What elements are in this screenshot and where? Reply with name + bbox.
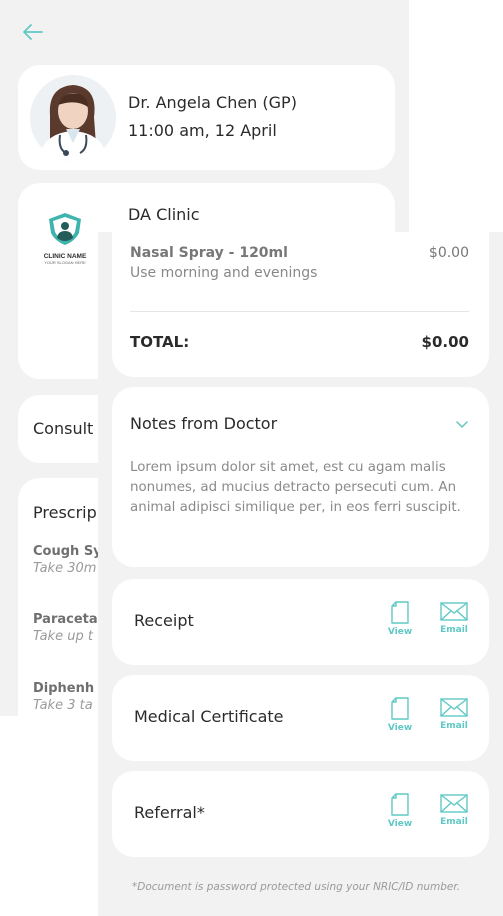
prescription-item: Cough Sy Take 30m (33, 544, 102, 576)
prescription-item-dosage: Take 30m (33, 561, 97, 576)
order-item-price: $0.00 (428, 245, 469, 261)
document-row-receipt: Receipt View Email (112, 579, 489, 665)
total-label: TOTAL: (130, 333, 190, 351)
document-row-medical-certificate: Medical Certificate View Email (112, 675, 489, 761)
prescription-title: Prescrip (33, 503, 97, 522)
clinic-name: DA Clinic (128, 205, 200, 224)
email-label: Email (440, 817, 468, 827)
doctor-card[interactable]: Dr. Angela Chen (GP) 11:00 am, 12 April (18, 65, 395, 170)
order-summary-card: Nasal Spray - 120ml Use morning and even… (112, 232, 489, 377)
arrow-left-icon[interactable] (20, 20, 46, 44)
email-label: Email (440, 625, 468, 635)
email-label: Email (440, 721, 468, 731)
envelope-icon (440, 698, 468, 717)
doctor-name: Dr. Angela Chen (GP) (128, 93, 297, 112)
clinic-logo-text: CLINIC NAME (43, 253, 87, 260)
password-footnote: *Document is password protected using yo… (132, 881, 461, 893)
chevron-down-icon[interactable] (455, 416, 469, 430)
total-value: $0.00 (421, 333, 469, 351)
email-receipt-button[interactable]: Email (434, 601, 474, 635)
doctor-notes-card[interactable]: Notes from Doctor Lorem ipsum dolor sit … (112, 387, 489, 567)
doctor-avatar (30, 75, 116, 161)
view-medical-certificate-button[interactable]: View (380, 697, 420, 733)
divider (130, 311, 469, 312)
document-label: Referral* (134, 803, 205, 822)
envelope-icon (440, 602, 468, 621)
prescription-item-name: Paraceta (33, 612, 98, 627)
doctor-notes-title: Notes from Doctor (130, 414, 278, 433)
view-label: View (387, 819, 413, 829)
clinic-logo: CLINIC NAME YOUR SLOGAN HERE (30, 211, 100, 271)
appointment-detail-screen-front: Nasal Spray - 120ml Use morning and even… (98, 232, 503, 916)
document-icon (391, 697, 409, 720)
view-label: View (387, 723, 413, 733)
email-referral-button[interactable]: Email (434, 793, 474, 827)
order-item-name: Nasal Spray - 120ml (130, 245, 288, 261)
view-label: View (387, 627, 413, 637)
prescription-item-name: Cough Sy (33, 544, 102, 559)
document-label: Receipt (134, 611, 194, 630)
clinic-logo-slogan: YOUR SLOGAN HERE (44, 260, 86, 265)
doctor-notes-body: Lorem ipsum dolor sit amet, est cu agam … (130, 460, 461, 515)
shield-icon (49, 213, 81, 245)
document-icon (391, 793, 409, 816)
view-referral-button[interactable]: View (380, 793, 420, 829)
document-row-referral: Referral* View Email (112, 771, 489, 857)
prescription-item-name: Diphenh (33, 681, 95, 696)
prescription-item: Paraceta Take up t (33, 612, 98, 644)
consultation-label: Consult (33, 419, 94, 438)
appointment-datetime: 11:00 am, 12 April (128, 121, 277, 140)
prescription-item-dosage: Take up t (33, 629, 93, 644)
prescription-item: Diphenh Take 3 ta (33, 681, 94, 713)
view-receipt-button[interactable]: View (380, 601, 420, 637)
document-icon (391, 601, 409, 624)
document-label: Medical Certificate (134, 707, 284, 726)
order-item-note: Use morning and evenings (130, 265, 318, 281)
email-medical-certificate-button[interactable]: Email (434, 697, 474, 731)
prescription-item-dosage: Take 3 ta (33, 698, 93, 713)
envelope-icon (440, 794, 468, 813)
